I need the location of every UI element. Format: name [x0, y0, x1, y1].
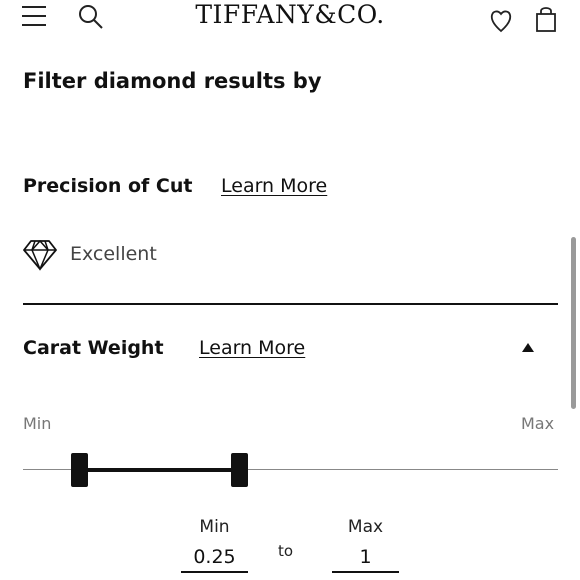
slider-max-label: Max	[521, 414, 555, 433]
to-label: to	[278, 542, 294, 560]
cut-learn-more-link[interactable]: Learn More	[221, 175, 327, 197]
scrollbar[interactable]	[571, 237, 576, 409]
max-carat-input[interactable]	[332, 543, 399, 573]
slider-selected-range	[80, 468, 240, 472]
heart-icon[interactable]	[489, 7, 513, 33]
min-carat-input[interactable]	[181, 543, 248, 573]
shopping-bag-icon[interactable]	[535, 5, 557, 33]
slider-min-label: Min	[23, 414, 52, 433]
min-field-label: Min	[199, 517, 230, 537]
slider-max-handle[interactable]	[231, 453, 248, 487]
diamond-icon	[22, 238, 58, 272]
precision-of-cut-label: Precision of Cut	[23, 175, 193, 197]
max-field-label: Max	[347, 517, 384, 537]
collapse-arrow-icon[interactable]	[522, 343, 534, 352]
carat-learn-more-link[interactable]: Learn More	[199, 337, 305, 359]
slider-min-handle[interactable]	[71, 453, 88, 487]
cut-option-excellent[interactable]: Excellent	[70, 243, 157, 265]
section-divider	[23, 303, 558, 305]
carat-weight-label: Carat Weight	[23, 337, 164, 359]
filter-title: Filter diamond results by	[23, 69, 322, 93]
